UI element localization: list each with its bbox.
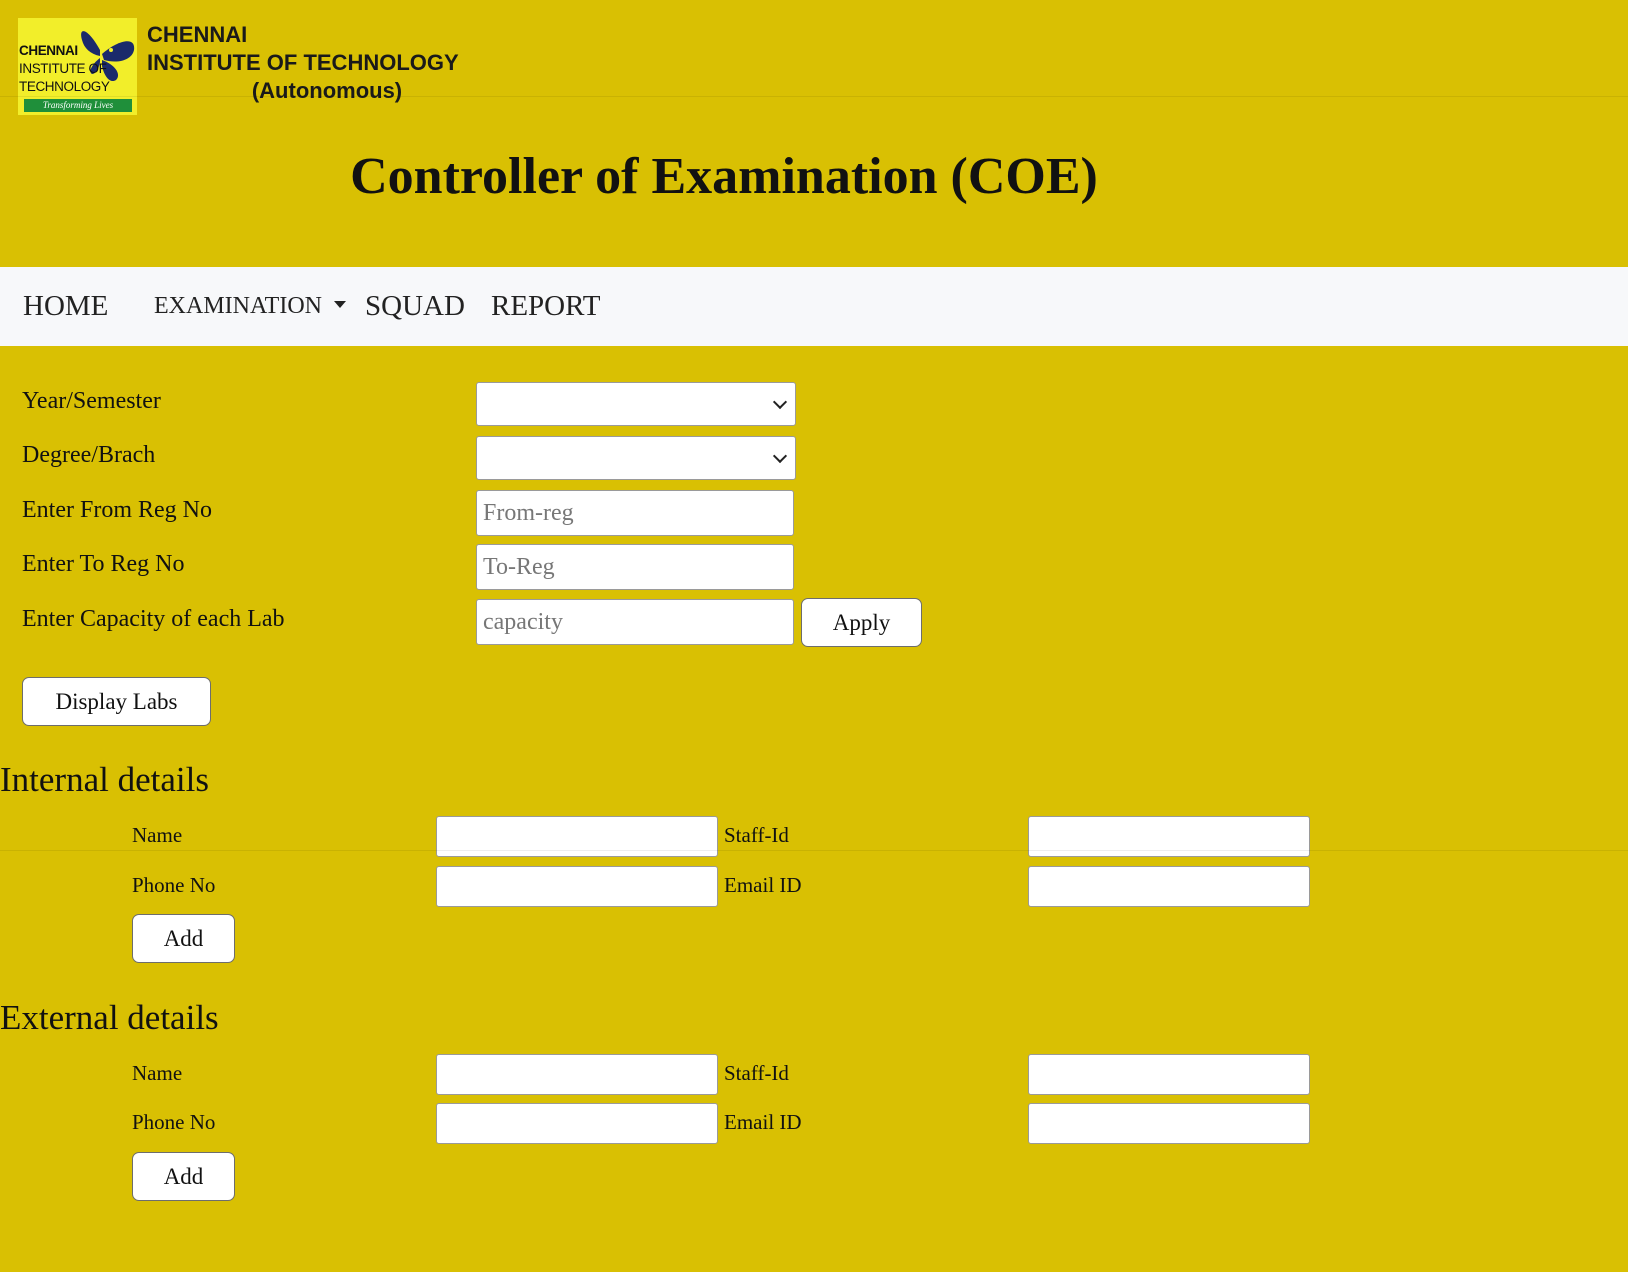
from-reg-input[interactable]: [476, 490, 794, 536]
row-divider: [0, 850, 1628, 851]
capacity-input[interactable]: [476, 599, 794, 645]
logo-text-line2: INSTITUTE OF: [19, 61, 107, 76]
institute-line2: INSTITUTE OF TECHNOLOGY: [147, 50, 459, 75]
internal-email-input[interactable]: [1028, 866, 1310, 907]
site-header: CHENNAI INSTITUTE OF TECHNOLOGY Transfor…: [0, 0, 1628, 267]
internal-email-label: Email ID: [724, 873, 802, 897]
external-staff-id-input[interactable]: [1028, 1054, 1310, 1095]
degree-branch-select[interactable]: [476, 436, 796, 480]
header-divider: [0, 96, 1628, 97]
chevron-down-icon: [772, 448, 788, 464]
year-semester-label: Year/Semester: [22, 388, 161, 414]
year-semester-select[interactable]: [476, 382, 796, 426]
from-reg-label: Enter From Reg No: [22, 497, 212, 523]
external-email-input[interactable]: [1028, 1103, 1310, 1144]
external-name-input[interactable]: [436, 1054, 718, 1095]
logo-text-line1: CHENNAI: [19, 43, 78, 58]
apply-button[interactable]: Apply: [801, 598, 922, 647]
internal-staff-id-label: Staff-Id: [724, 823, 789, 847]
nav-report[interactable]: REPORT: [491, 267, 600, 346]
internal-phone-input[interactable]: [436, 866, 718, 907]
main-navbar: HOME EXAMINATION SQUAD REPORT: [0, 267, 1628, 346]
institute-line1: CHENNAI: [147, 22, 248, 47]
institute-line3: (Autonomous): [251, 78, 403, 103]
external-name-label: Name: [132, 1061, 183, 1085]
logo-tagline: Transforming Lives: [42, 100, 114, 110]
caret-down-icon: [333, 300, 346, 308]
internal-name-label: Name: [132, 823, 183, 847]
external-staff-id-label: Staff-Id: [724, 1061, 789, 1085]
external-phone-input[interactable]: [436, 1103, 718, 1144]
internal-add-button[interactable]: Add: [132, 914, 235, 963]
external-details-heading: External details: [0, 998, 219, 1037]
internal-details-heading: Internal details: [0, 760, 209, 799]
to-reg-input[interactable]: [476, 544, 794, 590]
to-reg-label: Enter To Reg No: [22, 551, 185, 577]
display-labs-button[interactable]: Display Labs: [22, 677, 211, 726]
page-title: Controller of Examination (COE): [350, 148, 1098, 205]
internal-phone-label: Phone No: [132, 873, 216, 897]
institute-logo: CHENNAI INSTITUTE OF TECHNOLOGY Transfor…: [18, 18, 137, 115]
external-email-label: Email ID: [724, 1110, 802, 1134]
external-add-button[interactable]: Add: [132, 1152, 235, 1201]
institute-name: CHENNAI INSTITUTE OF TECHNOLOGY (Autonom…: [147, 21, 477, 105]
chevron-down-icon: [772, 394, 788, 410]
nav-examination-label: EXAMINATION: [154, 293, 322, 319]
degree-branch-label: Degree/Brach: [22, 442, 156, 468]
capacity-label: Enter Capacity of each Lab: [22, 606, 285, 632]
external-phone-label: Phone No: [132, 1110, 216, 1134]
logo-text-line3: TECHNOLOGY: [19, 79, 110, 94]
nav-examination-dropdown[interactable]: EXAMINATION: [154, 267, 346, 346]
nav-squad[interactable]: SQUAD: [365, 267, 465, 346]
nav-home[interactable]: HOME: [23, 267, 108, 346]
